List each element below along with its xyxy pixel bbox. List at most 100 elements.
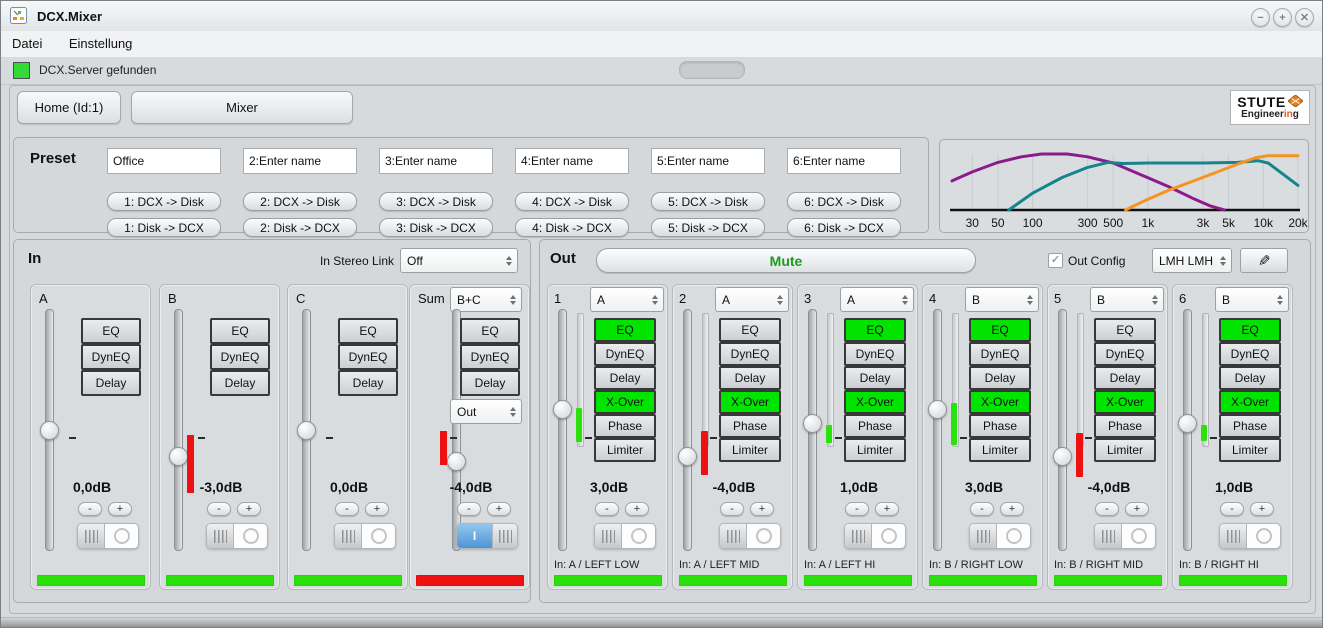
fx-phase-button[interactable]: Phase: [1219, 414, 1281, 438]
fx-delay-button[interactable]: Delay: [969, 366, 1031, 390]
fx-xover-button[interactable]: X-Over: [1219, 390, 1281, 414]
menu-item-einstellung[interactable]: Einstellung: [58, 31, 144, 56]
gain-fader-thumb[interactable]: [1178, 414, 1197, 433]
stereo-link-select[interactable]: Off: [400, 248, 518, 273]
output-input-select[interactable]: A: [590, 287, 664, 312]
fx-dyneq-button[interactable]: DynEQ: [969, 342, 1031, 366]
fx-xover-button[interactable]: X-Over: [719, 390, 781, 414]
fx-eq-button[interactable]: EQ: [844, 318, 906, 342]
fx-eq-button[interactable]: EQ: [338, 318, 398, 344]
gain-fader-thumb[interactable]: [40, 421, 59, 440]
gain-decrement-button[interactable]: -: [207, 502, 231, 516]
fx-delay-button[interactable]: Delay: [844, 366, 906, 390]
gain-fader-track[interactable]: [1058, 309, 1067, 551]
output-input-select[interactable]: B: [1215, 287, 1289, 312]
gain-fader-track[interactable]: [683, 309, 692, 551]
gain-fader-thumb[interactable]: [297, 421, 316, 440]
fx-dyneq-button[interactable]: DynEQ: [81, 344, 141, 370]
mute-toggle[interactable]: [77, 523, 139, 549]
fx-eq-button[interactable]: EQ: [81, 318, 141, 344]
mute-toggle[interactable]: [844, 523, 906, 549]
fx-phase-button[interactable]: Phase: [594, 414, 656, 438]
fx-eq-button[interactable]: EQ: [1094, 318, 1156, 342]
mute-toggle[interactable]: [1219, 523, 1281, 549]
fx-dyneq-button[interactable]: DynEQ: [844, 342, 906, 366]
gain-increment-button[interactable]: +: [108, 502, 132, 516]
gain-increment-button[interactable]: +: [750, 502, 774, 516]
gain-increment-button[interactable]: +: [365, 502, 389, 516]
output-input-select[interactable]: B: [1090, 287, 1164, 312]
fx-eq-button[interactable]: EQ: [719, 318, 781, 342]
fx-phase-button[interactable]: Phase: [1094, 414, 1156, 438]
fx-eq-button[interactable]: EQ: [210, 318, 270, 344]
preset-dcx-to-disk-button[interactable]: 5: DCX -> Disk: [651, 192, 765, 211]
preset-dcx-to-disk-button[interactable]: 6: DCX -> Disk: [787, 192, 901, 211]
gain-increment-button[interactable]: +: [1000, 502, 1024, 516]
preset-dcx-to-disk-button[interactable]: 2: DCX -> Disk: [243, 192, 357, 211]
gain-fader-thumb[interactable]: [169, 447, 188, 466]
fx-limiter-button[interactable]: Limiter: [969, 438, 1031, 462]
fx-delay-button[interactable]: Delay: [338, 370, 398, 396]
gain-fader-thumb[interactable]: [928, 400, 947, 419]
fx-delay-button[interactable]: Delay: [460, 370, 520, 396]
fx-delay-button[interactable]: Delay: [719, 366, 781, 390]
mute-toggle[interactable]: I: [456, 523, 518, 549]
preset-name-input[interactable]: [651, 148, 765, 174]
preset-dcx-to-disk-button[interactable]: 1: DCX -> Disk: [107, 192, 221, 211]
preset-disk-to-dcx-button[interactable]: 2: Disk -> DCX: [243, 218, 357, 237]
fx-dyneq-button[interactable]: DynEQ: [719, 342, 781, 366]
fx-phase-button[interactable]: Phase: [969, 414, 1031, 438]
tab-mixer[interactable]: Mixer: [131, 91, 353, 124]
preset-dcx-to-disk-button[interactable]: 4: DCX -> Disk: [515, 192, 629, 211]
fx-xover-button[interactable]: X-Over: [844, 390, 906, 414]
preset-disk-to-dcx-button[interactable]: 3: Disk -> DCX: [379, 218, 493, 237]
preset-dcx-to-disk-button[interactable]: 3: DCX -> Disk: [379, 192, 493, 211]
gain-fader-thumb[interactable]: [803, 414, 822, 433]
fx-delay-button[interactable]: Delay: [594, 366, 656, 390]
preset-name-input[interactable]: [787, 148, 901, 174]
gain-decrement-button[interactable]: -: [720, 502, 744, 516]
fx-delay-button[interactable]: Delay: [81, 370, 141, 396]
menu-item-datei[interactable]: Datei: [1, 31, 53, 56]
sum-source-select[interactable]: B+C: [450, 287, 522, 312]
preset-disk-to-dcx-button[interactable]: 1: Disk -> DCX: [107, 218, 221, 237]
gain-decrement-button[interactable]: -: [335, 502, 359, 516]
fx-delay-button[interactable]: Delay: [210, 370, 270, 396]
out-config-select[interactable]: LMH LMH: [1152, 248, 1232, 273]
gain-decrement-button[interactable]: -: [845, 502, 869, 516]
mute-toggle[interactable]: [1094, 523, 1156, 549]
out-config-checkbox[interactable]: ✓: [1048, 253, 1063, 268]
mute-toggle[interactable]: [206, 523, 268, 549]
fx-limiter-button[interactable]: Limiter: [844, 438, 906, 462]
gain-increment-button[interactable]: +: [487, 502, 511, 516]
gain-increment-button[interactable]: +: [875, 502, 899, 516]
gain-fader-track[interactable]: [558, 309, 567, 551]
fx-eq-button[interactable]: EQ: [1219, 318, 1281, 342]
fx-delay-button[interactable]: Delay: [1094, 366, 1156, 390]
mute-toggle[interactable]: [719, 523, 781, 549]
preset-name-input[interactable]: [107, 148, 221, 174]
fx-eq-button[interactable]: EQ: [460, 318, 520, 344]
fx-eq-button[interactable]: EQ: [594, 318, 656, 342]
preset-disk-to-dcx-button[interactable]: 4: Disk -> DCX: [515, 218, 629, 237]
mute-toggle[interactable]: [594, 523, 656, 549]
fx-xover-button[interactable]: X-Over: [1094, 390, 1156, 414]
gain-fader-thumb[interactable]: [553, 400, 572, 419]
preset-name-input[interactable]: [515, 148, 629, 174]
preset-disk-to-dcx-button[interactable]: 5: Disk -> DCX: [651, 218, 765, 237]
gain-decrement-button[interactable]: -: [595, 502, 619, 516]
gain-fader-thumb[interactable]: [447, 452, 466, 471]
mute-toggle[interactable]: [334, 523, 396, 549]
gain-fader-thumb[interactable]: [1053, 447, 1072, 466]
mute-toggle[interactable]: [969, 523, 1031, 549]
fx-xover-button[interactable]: X-Over: [969, 390, 1031, 414]
fx-limiter-button[interactable]: Limiter: [719, 438, 781, 462]
fx-limiter-button[interactable]: Limiter: [1219, 438, 1281, 462]
close-button[interactable]: ✕: [1295, 8, 1314, 27]
gain-fader-thumb[interactable]: [678, 447, 697, 466]
gain-decrement-button[interactable]: -: [1095, 502, 1119, 516]
fx-limiter-button[interactable]: Limiter: [594, 438, 656, 462]
gain-fader-track[interactable]: [933, 309, 942, 551]
gain-increment-button[interactable]: +: [1250, 502, 1274, 516]
fx-dyneq-button[interactable]: DynEQ: [1094, 342, 1156, 366]
